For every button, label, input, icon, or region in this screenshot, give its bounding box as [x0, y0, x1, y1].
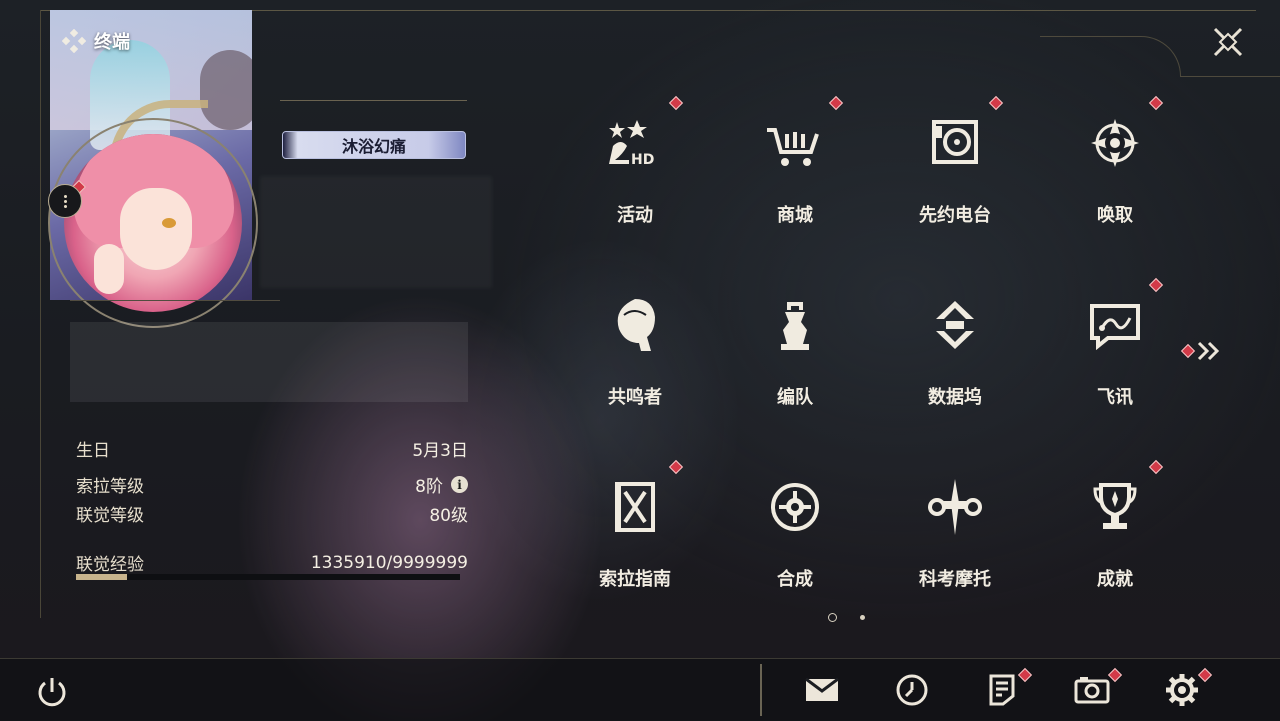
menu-data-bank-label: 数据坞 [928, 387, 982, 408]
pager-dot[interactable] [860, 615, 865, 620]
close-button[interactable] [1208, 22, 1248, 62]
radio-badge [988, 95, 1004, 111]
notice-button[interactable] [982, 672, 1022, 708]
frame-left-line [40, 10, 41, 618]
menu-shop[interactable]: 商城 [745, 95, 845, 231]
next-page-badge [1180, 343, 1196, 359]
settings-icon [1166, 674, 1198, 706]
photo-button[interactable] [1072, 672, 1112, 708]
history-button[interactable] [892, 672, 932, 708]
panel-title: 终端 [62, 28, 130, 54]
union-exp-row: 联觉经验 1335910/9999999 [76, 550, 468, 576]
menu-grid: HD 活动 商城 先约电台 唤取 共鸣者 编队 数据坞 飞讯 索拉指南 合成 科… [585, 95, 1165, 595]
menu-achievement-label: 成就 [1097, 569, 1133, 590]
menu-resonator[interactable]: 共鸣者 [585, 277, 685, 413]
shop-cart-icon [765, 113, 825, 173]
power-button[interactable] [32, 672, 72, 712]
more-options-button[interactable] [48, 184, 82, 218]
menu-resonator-label: 共鸣者 [608, 387, 662, 408]
settings-button[interactable] [1162, 672, 1202, 708]
convene-badge [1148, 95, 1164, 111]
avatar[interactable] [64, 134, 242, 312]
clock-icon [896, 674, 928, 706]
message-badge [1148, 277, 1164, 293]
guide-icon [605, 477, 665, 537]
activity-badge [668, 95, 684, 111]
close-icon [1213, 27, 1243, 57]
data-bank-icon [925, 295, 985, 355]
menu-synthesis[interactable]: 合成 [745, 459, 845, 595]
resonator-icon [605, 295, 665, 355]
menu-convene[interactable]: 唤取 [1065, 95, 1165, 231]
team-icon [765, 295, 825, 355]
pager-dot-active[interactable] [828, 613, 837, 622]
union-exp-value: 1335910/9999999 [310, 552, 468, 573]
menu-message-label: 飞讯 [1097, 387, 1133, 408]
menu-activity-label: 活动 [617, 205, 653, 226]
union-level-label: 联觉等级 [76, 506, 144, 526]
union-exp-label: 联觉经验 [76, 555, 144, 575]
sola-level-label: 索拉等级 [76, 477, 144, 497]
profile-separator [70, 300, 280, 301]
menu-guide[interactable]: 索拉指南 [585, 459, 685, 595]
info-icon[interactable]: i [451, 476, 468, 493]
menu-motorcycle-label: 科考摩托 [919, 569, 991, 590]
frame-curve [1040, 36, 1181, 77]
more-dots-icon [63, 194, 67, 209]
birthday-label: 生日 [76, 441, 110, 461]
terminal-icon [62, 29, 86, 53]
double-chevron-right-icon [1197, 341, 1220, 361]
birthday-value: 5月3日 [412, 441, 468, 461]
badge-divider [280, 100, 467, 101]
message-icon [1085, 295, 1145, 355]
union-exp-bar [76, 574, 460, 580]
sola-level-value: 8阶 [415, 477, 443, 497]
union-level-row: 联觉等级 80级 [76, 501, 468, 526]
menu-achievement[interactable]: 成就 [1065, 459, 1165, 595]
menu-convene-label: 唤取 [1097, 205, 1133, 226]
shop-badge [828, 95, 844, 111]
power-icon [38, 678, 66, 707]
panel-title-text: 终端 [94, 32, 130, 53]
union-exp-fill [76, 574, 127, 580]
bottom-bar-divider [760, 664, 762, 716]
menu-team-label: 编队 [777, 387, 813, 408]
nickname-text: 沐浴幻痛 [341, 137, 406, 156]
birthday-row: 生日 5月3日 [76, 436, 468, 461]
blurred-signature [260, 176, 492, 288]
notice-icon [989, 674, 1015, 706]
mail-button[interactable] [802, 672, 842, 708]
menu-team[interactable]: 编队 [745, 277, 845, 413]
union-level-value: 80级 [429, 506, 468, 526]
menu-radio-label: 先约电台 [919, 205, 991, 226]
activity-icon: HD [605, 113, 665, 173]
trophy-icon [1085, 477, 1145, 537]
menu-motorcycle[interactable]: 科考摩托 [905, 459, 1005, 595]
mail-icon [805, 677, 839, 701]
menu-synthesis-label: 合成 [777, 569, 813, 590]
radio-icon [925, 113, 985, 173]
convene-icon [1085, 113, 1145, 173]
menu-message[interactable]: 飞讯 [1065, 277, 1165, 413]
synthesis-icon [765, 477, 825, 537]
menu-radio[interactable]: 先约电台 [905, 95, 1005, 231]
nickname-badge[interactable]: 沐浴幻痛 [282, 131, 466, 159]
achievement-badge [1148, 459, 1164, 475]
frame-curve-tail [1180, 76, 1280, 77]
svg-text:HD: HD [631, 152, 654, 168]
guide-badge [668, 459, 684, 475]
sola-level-row: 索拉等级 8阶 i [76, 472, 468, 497]
next-page-button[interactable] [1196, 340, 1222, 362]
camera-icon [1074, 677, 1110, 704]
menu-shop-label: 商城 [777, 205, 813, 226]
menu-guide-label: 索拉指南 [599, 569, 671, 590]
menu-activity[interactable]: HD 活动 [585, 95, 685, 231]
menu-data-bank[interactable]: 数据坞 [905, 277, 1005, 413]
blurred-info [70, 322, 468, 402]
motorcycle-icon [925, 477, 985, 537]
